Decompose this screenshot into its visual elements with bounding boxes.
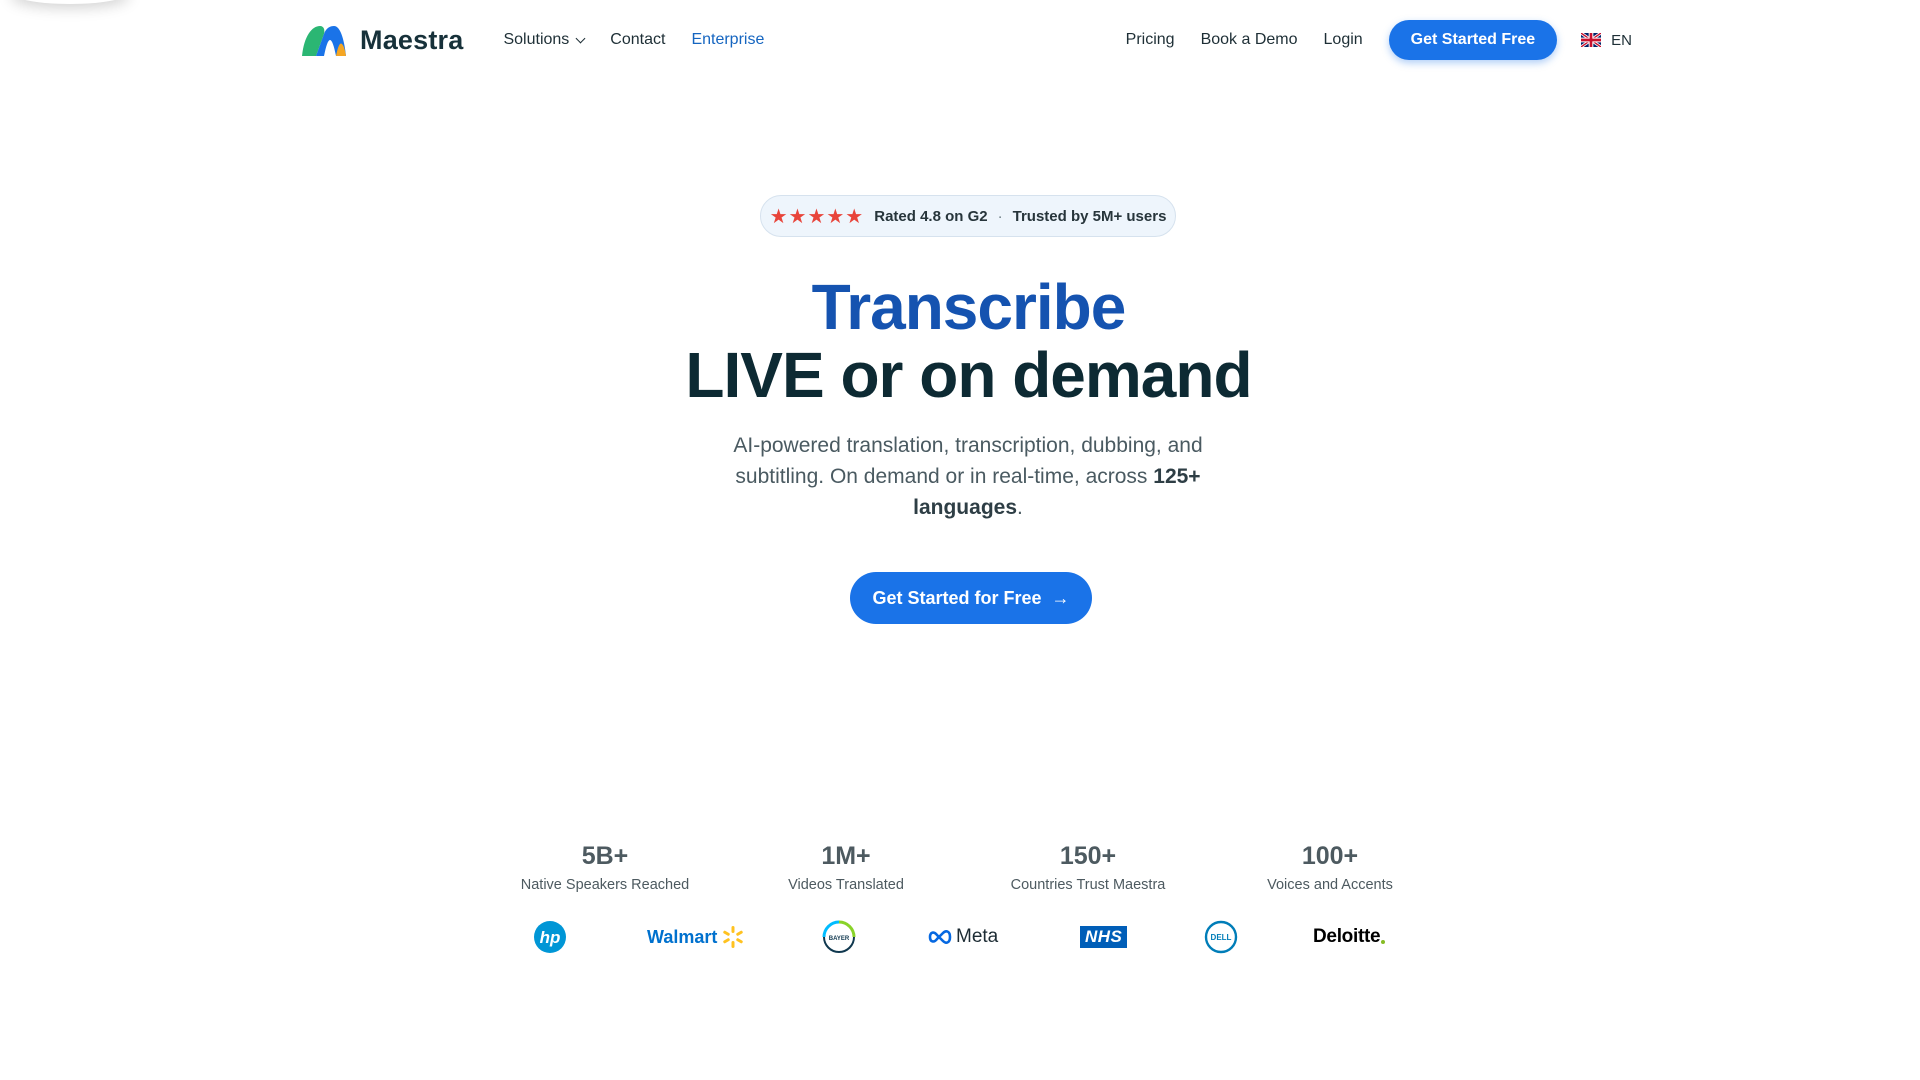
meta-logo: Meta <box>927 915 998 959</box>
rating-text: Rated 4.8 on G2 <box>874 207 988 225</box>
chevron-down-icon <box>575 33 586 43</box>
star-rating-icon: ★★★★★ <box>769 205 865 228</box>
bayer-logo-icon: BAYER <box>822 920 856 953</box>
stat-item: 1M+ Videos Translated <box>746 842 946 893</box>
hp-logo-text: hp <box>540 928 561 947</box>
nav-login[interactable]: Login <box>1324 31 1363 49</box>
arrow-right-icon: → <box>1051 587 1070 608</box>
nav-pricing[interactable]: Pricing <box>1126 31 1175 49</box>
brand-logo[interactable]: Maestra <box>300 22 463 58</box>
maestra-logo-icon <box>302 26 346 56</box>
nav-solutions-label: Solutions <box>503 31 570 48</box>
stat-label: Voices and Accents <box>1267 877 1393 893</box>
nav-enterprise[interactable]: Enterprise <box>691 31 764 49</box>
meta-logo-text: Meta <box>956 926 999 947</box>
bayer-logo-text: BAYER <box>829 936 850 942</box>
hp-logo: hp <box>533 915 567 959</box>
get-started-free-button[interactable]: Get Started Free <box>1388 20 1558 60</box>
walmart-logo: Walmart <box>647 915 745 959</box>
stat-item: 150+ Countries Trust Maestra <box>988 842 1188 893</box>
hero-title-line1: Transcribe <box>811 271 1127 343</box>
deloitte-logo: Deloitte <box>1313 915 1386 959</box>
stat-value: 100+ <box>1301 842 1359 870</box>
cta-label: Get Started for Free <box>872 587 1042 608</box>
trusted-text: Trusted by 5M+ users <box>1012 207 1167 225</box>
stat-item: 100+ Voices and Accents <box>1230 842 1430 893</box>
deloitte-logo-text: Deloitte <box>1313 926 1381 947</box>
language-label: EN <box>1611 31 1632 49</box>
walmart-logo-text: Walmart <box>647 926 718 947</box>
hero-subtitle-text: AI-powered translation, transcription, d… <box>733 434 1203 488</box>
language-selector[interactable]: EN <box>1581 32 1632 49</box>
rating-separator: · <box>997 207 1003 225</box>
walmart-spark-icon <box>723 926 744 948</box>
uk-flag-icon <box>1581 33 1602 47</box>
brand-name: Maestra <box>360 24 464 55</box>
stat-label: Countries Trust Maestra <box>1010 877 1166 893</box>
corner-shadow <box>10 0 130 4</box>
hp-logo-icon: hp <box>534 921 566 953</box>
nhs-logo: NHS <box>1080 915 1128 959</box>
customer-logos: hp Walmart BAYER Meta NHS DELL Deloitte <box>500 915 1420 959</box>
dell-logo-icon: DELL <box>1204 920 1238 954</box>
deloitte-dot-icon <box>1381 940 1386 944</box>
nav-contact[interactable]: Contact <box>610 31 665 49</box>
stat-value: 1M+ <box>821 842 871 870</box>
nav-solutions[interactable]: Solutions <box>503 31 586 49</box>
get-started-for-free-button[interactable]: Get Started for Free → <box>850 572 1092 624</box>
nav-book-demo[interactable]: Book a Demo <box>1201 31 1298 49</box>
stat-label: Videos Translated <box>788 877 904 893</box>
hero-subtitle-end: . <box>1017 496 1023 519</box>
stat-label: Native Speakers Reached <box>520 877 690 893</box>
stat-value: 150+ <box>1059 842 1117 870</box>
stat-value: 5B+ <box>581 842 629 870</box>
top-nav: Maestra Solutions Contact Enterprise Pri… <box>300 18 1632 62</box>
dell-logo: DELL <box>1204 915 1238 959</box>
stat-item: 5B+ Native Speakers Reached <box>505 842 705 893</box>
hero-title-line2: LIVE or on demand <box>685 339 1252 411</box>
hero-subtitle: AI-powered translation, transcription, d… <box>712 430 1224 523</box>
bayer-logo: BAYER <box>822 915 856 959</box>
nhs-logo-text: NHS <box>1080 926 1128 948</box>
dell-logo-text: DELL <box>1211 933 1232 942</box>
stats-row: 5B+ Native Speakers Reached 1M+ Videos T… <box>505 842 1405 898</box>
meta-infinity-icon <box>928 930 952 944</box>
rating-badge: ★★★★★ Rated 4.8 on G2 · Trusted by 5M+ u… <box>760 195 1176 237</box>
